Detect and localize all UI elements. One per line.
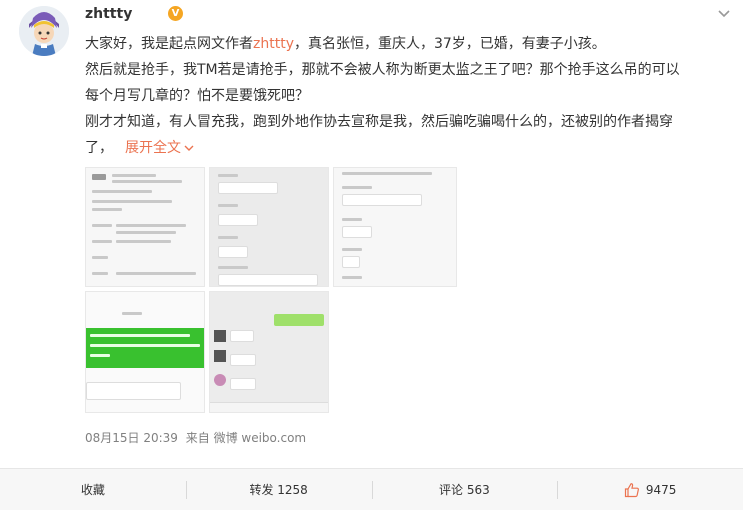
action-bar: 收藏 转发 1258 评论 563 9475: [0, 469, 743, 510]
post-text-segment: 大家好，我是起点网文作者: [85, 36, 253, 52]
comment-button[interactable]: 评论 563: [371, 469, 558, 510]
like-count: 9475: [645, 482, 677, 497]
repost-label: 转发 1258: [249, 483, 308, 497]
chevron-down-icon[interactable]: [717, 6, 731, 20]
post-text-segment: ，真名张恒，重庆人，37岁，已婚，有妻子小孩。: [293, 36, 606, 52]
post-line-5: 了， 展开全文: [85, 135, 735, 161]
post-meta: 08月15日 20:39 来自 微博 weibo.com: [85, 429, 306, 446]
weibo-post-card: zhttty V 大家好，我是起点网文作者zhttty，真名张恒，重庆人，37岁…: [0, 0, 743, 510]
post-line-3: 每个月写几章的？怕不是要饿死吧？: [85, 88, 309, 104]
thumbs-up-icon: [624, 482, 639, 497]
post-line-1: 大家好，我是起点网文作者zhttty，真名张恒，重庆人，37岁，已婚，有妻子小孩…: [85, 31, 735, 57]
favorite-label: 收藏: [80, 483, 105, 497]
like-button[interactable]: 9475: [557, 469, 743, 510]
post-line-4: 刚才才知道，有人冒充我，跑到外地作协去宣称是我，然后骗吃骗喝什么的，还被别的作者…: [85, 114, 673, 130]
author-avatar[interactable]: [19, 6, 69, 56]
repost-button[interactable]: 转发 1258: [185, 469, 372, 510]
chevron-down-icon: [184, 145, 194, 151]
avatar-image: [19, 6, 69, 56]
comment-label: 评论 563: [439, 483, 490, 497]
expand-full-text-link[interactable]: 展开全文: [125, 140, 194, 156]
image-gallery: [85, 167, 457, 413]
post-timestamp[interactable]: 08月15日 20:39: [85, 431, 178, 445]
gallery-image-2[interactable]: [209, 167, 329, 287]
post-text-segment: 了，: [85, 140, 113, 156]
author-name[interactable]: zhttty: [85, 6, 132, 22]
gallery-image-5[interactable]: [209, 291, 329, 413]
gallery-image-3[interactable]: [333, 167, 457, 287]
favorite-button[interactable]: 收藏: [0, 469, 186, 510]
gallery-image-1[interactable]: [85, 167, 205, 287]
expand-label: 展开全文: [125, 140, 181, 156]
post-line-2: 然后就是抢手，我TM若是请抢手，那就不会被人称为断更太监之王了吧？那个抢手这么吊…: [85, 62, 680, 78]
post-source[interactable]: 来自 微博 weibo.com: [186, 431, 306, 445]
post-content: 大家好，我是起点网文作者zhttty，真名张恒，重庆人，37岁，已婚，有妻子小孩…: [85, 31, 735, 161]
verified-badge: V: [168, 6, 183, 21]
author-mention-link[interactable]: zhttty: [253, 36, 294, 52]
gallery-image-4[interactable]: [85, 291, 205, 413]
